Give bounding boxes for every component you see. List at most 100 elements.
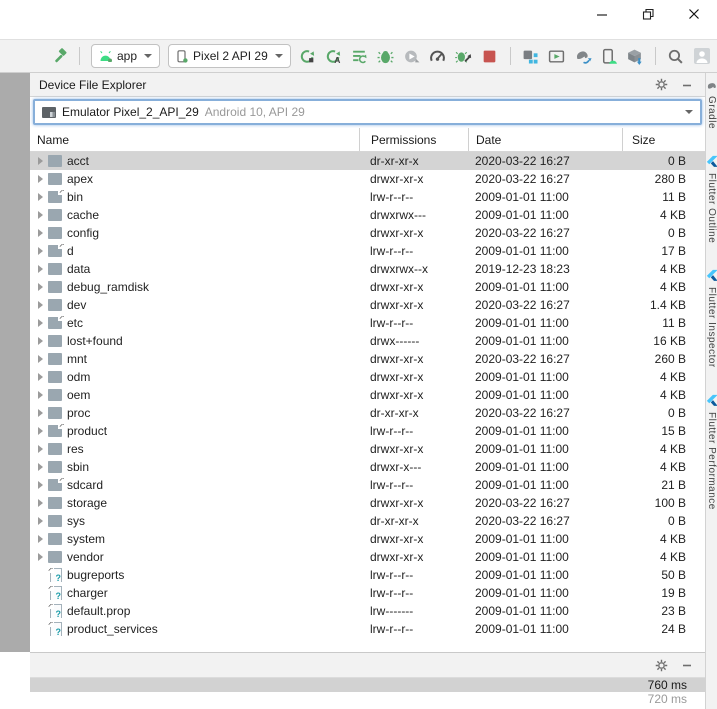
expand-button[interactable] [33, 514, 47, 528]
expand-button[interactable] [33, 172, 47, 186]
expand-button[interactable] [33, 622, 47, 636]
file-row[interactable]: product lrw-r--r-- 2009-01-01 11:00 15 B [30, 422, 705, 440]
file-row[interactable]: lost+found drwx------ 2009-01-01 11:00 1… [30, 332, 705, 350]
tool-window-tab-flutter-performance[interactable]: Flutter Performance [706, 394, 717, 510]
expand-button[interactable] [33, 208, 47, 222]
run-configuration-select[interactable]: app [91, 44, 161, 68]
file-row[interactable]: data drwxrwx--x 2019-12-23 18:23 4 KB [30, 260, 705, 278]
expand-button[interactable] [33, 352, 47, 366]
apply-changes-button[interactable] [295, 43, 321, 69]
gradle-sync-button[interactable] [570, 43, 596, 69]
tool-window-tab-gradle[interactable]: Gradle [706, 81, 717, 129]
file-name-cell: cache [30, 208, 359, 222]
expand-button[interactable] [33, 424, 47, 438]
attach-debugger-button[interactable] [451, 43, 477, 69]
unknown-file-icon: ? [47, 622, 63, 636]
expand-button[interactable] [33, 406, 47, 420]
file-name: res [67, 442, 84, 456]
unknown-file-icon: ? [47, 604, 63, 618]
expand-button[interactable] [33, 586, 47, 600]
expand-button[interactable] [33, 262, 47, 276]
file-row[interactable]: proc dr-xr-xr-x 2020-03-22 16:27 0 B [30, 404, 705, 422]
expand-button[interactable] [33, 298, 47, 312]
stop-button[interactable] [477, 43, 503, 69]
device-selector[interactable]: Emulator Pixel_2_API_29 Android 10, API … [33, 99, 702, 125]
column-header-date[interactable]: Date [468, 128, 622, 151]
file-row[interactable]: debug_ramdisk drwxr-xr-x 2009-01-01 11:0… [30, 278, 705, 296]
expand-button[interactable] [33, 190, 47, 204]
expand-button[interactable] [33, 550, 47, 564]
panel-hide-button[interactable] [678, 77, 696, 93]
file-row[interactable]: dev drwxr-xr-x 2020-03-22 16:27 1.4 KB [30, 296, 705, 314]
avd-manager-button[interactable] [596, 43, 622, 69]
expand-button[interactable] [33, 154, 47, 168]
run-anything-button[interactable] [544, 43, 570, 69]
expand-button[interactable] [33, 388, 47, 402]
sdk-manager-button[interactable] [622, 43, 648, 69]
profile-avatar-button[interactable] [689, 43, 715, 69]
minimize-button[interactable] [579, 0, 625, 28]
expand-button[interactable] [33, 532, 47, 546]
expand-button[interactable] [33, 604, 47, 618]
expand-button[interactable] [33, 370, 47, 384]
file-row[interactable]: vendor drwxr-xr-x 2009-01-01 11:00 4 KB [30, 548, 705, 566]
file-row[interactable]: ? product_services lrw-r--r-- 2009-01-01… [30, 620, 705, 638]
tool-window-tab-flutter-outline[interactable]: Flutter Outline [706, 155, 717, 243]
file-row[interactable]: storage drwxr-xr-x 2020-03-22 16:27 100 … [30, 494, 705, 512]
file-row[interactable]: acct dr-xr-xr-x 2020-03-22 16:27 0 B [30, 152, 705, 170]
file-row[interactable]: sys dr-xr-xr-x 2020-03-22 16:27 0 B [30, 512, 705, 530]
restore-button[interactable] [625, 0, 671, 28]
layout-inspector-button[interactable] [518, 43, 544, 69]
file-row[interactable]: sdcard lrw-r--r-- 2009-01-01 11:00 21 B [30, 476, 705, 494]
file-row[interactable]: cache drwxrwx--- 2009-01-01 11:00 4 KB [30, 206, 705, 224]
apply-code-changes-button[interactable]: A [321, 43, 347, 69]
file-row[interactable]: mnt drwxr-xr-x 2020-03-22 16:27 260 B [30, 350, 705, 368]
close-button[interactable] [671, 0, 717, 28]
device-select[interactable]: Pixel 2 API 29 [168, 44, 291, 68]
tool-window-tab-label: Gradle [706, 96, 717, 130]
file-row[interactable]: ? charger lrw-r--r-- 2009-01-01 11:00 19… [30, 584, 705, 602]
expand-button[interactable] [33, 334, 47, 348]
file-row[interactable]: odm drwxr-xr-x 2009-01-01 11:00 4 KB [30, 368, 705, 386]
bottom-panel-hide-button[interactable] [678, 657, 696, 673]
file-row[interactable]: res drwxr-xr-x 2009-01-01 11:00 4 KB [30, 440, 705, 458]
debug-button[interactable] [373, 43, 399, 69]
bottom-panel-header [30, 653, 705, 678]
column-header-permissions[interactable]: Permissions [359, 128, 468, 151]
file-row[interactable]: ? default.prop lrw------- 2009-01-01 11:… [30, 602, 705, 620]
file-row[interactable]: d lrw-r--r-- 2009-01-01 11:00 17 B [30, 242, 705, 260]
file-date: 2009-01-01 11:00 [475, 388, 569, 402]
file-row[interactable]: etc lrw-r--r-- 2009-01-01 11:00 11 B [30, 314, 705, 332]
expand-button[interactable] [33, 568, 47, 582]
file-row[interactable]: bin lrw-r--r-- 2009-01-01 11:00 11 B [30, 188, 705, 206]
file-name: etc [67, 316, 84, 330]
expand-button[interactable] [33, 226, 47, 240]
file-row[interactable]: apex drwxr-xr-x 2020-03-22 16:27 280 B [30, 170, 705, 188]
expand-button[interactable] [33, 280, 47, 294]
expand-button[interactable] [33, 244, 47, 258]
file-row[interactable]: config drwxr-xr-x 2020-03-22 16:27 0 B [30, 224, 705, 242]
file-row[interactable]: ? bugreports lrw-r--r-- 2009-01-01 11:00… [30, 566, 705, 584]
expand-button[interactable] [33, 478, 47, 492]
file-name: storage [67, 496, 108, 510]
file-permissions: drwxrwx--- [370, 208, 426, 222]
timing-row[interactable]: 720 ms [30, 692, 705, 706]
file-row[interactable]: oem drwxr-xr-x 2009-01-01 11:00 4 KB [30, 386, 705, 404]
expand-button[interactable] [33, 496, 47, 510]
file-row[interactable]: sbin drwxr-x--- 2009-01-01 11:00 4 KB [30, 458, 705, 476]
sync-button[interactable] [347, 43, 373, 69]
panel-settings-button[interactable] [652, 77, 670, 93]
profile-button[interactable] [399, 43, 425, 69]
search-everywhere-button[interactable] [663, 43, 689, 69]
expand-button[interactable] [33, 442, 47, 456]
expand-button[interactable] [33, 460, 47, 474]
timing-row[interactable]: 760 ms [30, 678, 705, 692]
file-row[interactable]: system drwxr-xr-x 2009-01-01 11:00 4 KB [30, 530, 705, 548]
column-header-name[interactable]: Name [30, 128, 359, 151]
column-header-size[interactable]: Size [622, 128, 705, 151]
expand-button[interactable] [33, 316, 47, 330]
profiler-button[interactable] [425, 43, 451, 69]
build-button[interactable] [46, 43, 72, 69]
tool-window-tab-flutter-inspector[interactable]: Flutter Inspector [706, 269, 717, 368]
bottom-panel-settings-button[interactable] [652, 657, 670, 673]
